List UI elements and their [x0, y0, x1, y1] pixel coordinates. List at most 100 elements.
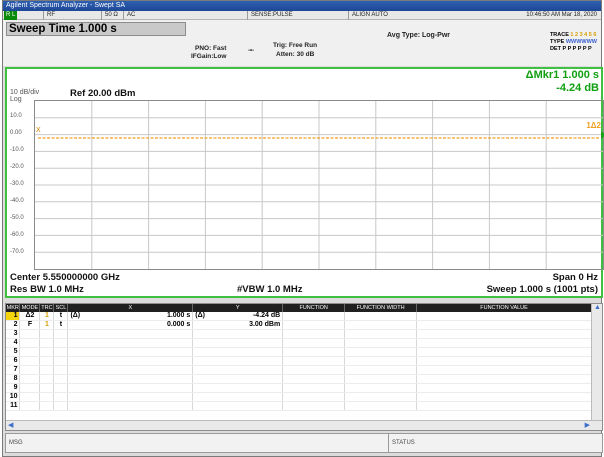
- coupling[interactable]: AC: [123, 11, 243, 20]
- table-row[interactable]: 1 Δ2 1 t (Δ) 1.000 s (Δ) -4.24 dB: [6, 312, 592, 321]
- table-row[interactable]: 10: [6, 392, 592, 402]
- vertical-scrollbar[interactable]: ▲: [591, 304, 602, 422]
- table-cell: [416, 329, 592, 339]
- table-cell: [192, 374, 284, 384]
- table-cell: 1: [39, 312, 55, 321]
- table-cell: 7: [6, 365, 21, 375]
- marker-table-header: MKR MODE TRC SCL X Y FUNCTION FUNCTION WIDTH FUN…: [6, 304, 592, 312]
- table-cell: [39, 392, 55, 402]
- table-cell: [39, 347, 55, 357]
- table-row[interactable]: 6: [6, 356, 592, 366]
- column-header[interactable]: TRC: [39, 304, 55, 312]
- status-bar: R L RF 50 Ω AC SENSE:PULSE ALIGN AUTO 10…: [3, 11, 601, 20]
- table-cell: [53, 338, 69, 348]
- scroll-up-icon[interactable]: ▲: [594, 304, 601, 311]
- table-cell: [53, 374, 69, 384]
- table-cell: [19, 392, 41, 402]
- table-cell: [67, 401, 194, 411]
- table-cell: 4: [6, 338, 21, 348]
- trace-plot[interactable]: 10 dB/div Log Ref 20.00 dBm ΔMkr1 1.000 …: [5, 67, 604, 298]
- table-cell: [39, 356, 55, 366]
- table-cell: [19, 401, 41, 411]
- table-cell: [344, 392, 418, 402]
- table-cell: [416, 383, 592, 393]
- ref-level[interactable]: Ref 20.00 dBm: [70, 88, 135, 99]
- table-cell: [344, 383, 418, 393]
- scroll-left-icon[interactable]: ◀: [8, 421, 13, 429]
- table-cell: [282, 329, 346, 339]
- window-title: Agilent Spectrum Analyzer - Swept SA: [3, 1, 601, 11]
- column-header[interactable]: MODE: [19, 304, 41, 312]
- table-cell: [282, 383, 346, 393]
- table-row[interactable]: 4: [6, 338, 592, 348]
- det-values: P P P P P P: [562, 46, 592, 52]
- y-tick-label: -20.0: [10, 164, 24, 170]
- sweep-info[interactable]: Sweep 1.000 s (1001 pts): [487, 284, 598, 295]
- table-cell: [282, 365, 346, 375]
- message-bar: MSG STATUS: [5, 433, 603, 453]
- table-row[interactable]: 5: [6, 347, 592, 357]
- table-cell: (Δ) 1.000 s: [67, 312, 194, 321]
- column-header[interactable]: X: [67, 304, 194, 312]
- table-cell: [282, 356, 346, 366]
- det-label: DET: [549, 46, 561, 52]
- table-row[interactable]: 9: [6, 383, 592, 393]
- marker-delta-title: ΔMkr1 1.000 s: [525, 69, 599, 81]
- horizontal-scrollbar[interactable]: ◀ ▶: [6, 420, 602, 430]
- impedance: 50 Ω: [101, 11, 123, 20]
- column-header[interactable]: FUNCTION: [282, 304, 346, 312]
- sense-mode: SENSE:PULSE: [247, 11, 345, 20]
- sweep-time-field[interactable]: Sweep Time 1.000 s: [6, 22, 186, 36]
- table-cell: [192, 383, 284, 393]
- center-freq[interactable]: Center 5.550000000 GHz: [10, 272, 604, 283]
- table-cell: t: [53, 320, 69, 330]
- table-cell: [39, 374, 55, 384]
- table-row[interactable]: 3: [6, 329, 592, 339]
- y-tick-label: 10.0: [10, 113, 22, 119]
- trace-indicator: TRACE 1 2 3 4 5 6 TYPE WWWWWW DET P P P …: [550, 32, 597, 53]
- marker-delta-value: -4.24 dB: [556, 82, 599, 94]
- scale-per-div: 10 dB/div: [10, 89, 40, 96]
- marker-table-grid: MKR MODE TRC SCL X Y FUNCTION FUNCTION WIDTH FUN…: [6, 304, 592, 411]
- rl-indicator[interactable]: R L: [4, 11, 18, 20]
- trace-label: TRACE: [549, 32, 569, 38]
- table-cell: [416, 401, 592, 411]
- column-header[interactable]: FUNCTION WIDTH: [344, 304, 418, 312]
- ifgain: IFGain:Low: [191, 53, 227, 60]
- analyzer-window: Agilent Spectrum Analyzer - Swept SA R L…: [2, 0, 604, 457]
- y-tick-label: -40.0: [10, 198, 24, 204]
- table-cell: [416, 365, 592, 375]
- vbw[interactable]: #VBW 1.0 MHz: [237, 284, 302, 295]
- table-cell: F: [19, 320, 41, 330]
- table-cell: [19, 338, 41, 348]
- measurement-header: Sweep Time 1.000 s PNO: Fast IFGain:Low …: [3, 20, 601, 66]
- delta-prefix: (Δ): [70, 312, 81, 319]
- span[interactable]: Span 0 Hz: [553, 272, 598, 283]
- column-header[interactable]: MKR: [6, 304, 21, 312]
- scroll-right-icon[interactable]: ▶: [585, 421, 590, 429]
- table-cell: [416, 392, 592, 402]
- y-value: 3.00 dBm: [249, 321, 281, 328]
- table-cell: [282, 320, 346, 330]
- table-cell: 1: [6, 312, 21, 321]
- column-header[interactable]: Y: [192, 304, 284, 312]
- trigger-arrow-icon: -•-: [248, 48, 255, 54]
- table-row[interactable]: 2 F 1 t 0.000 s 3.00 dBm: [6, 320, 592, 330]
- marker-table-body: 1 Δ2 1 t (Δ) 1.000 s (Δ) -4.24 dB 2 F 1 t 0.000 s 3.0…: [6, 312, 592, 411]
- y-tick-label: -30.0: [10, 181, 24, 187]
- rf-input[interactable]: RF: [43, 11, 101, 20]
- table-cell: [19, 347, 41, 357]
- table-cell: t: [53, 312, 69, 321]
- column-header[interactable]: FUNCTION VALUE: [416, 304, 592, 312]
- table-cell: [344, 374, 418, 384]
- table-row[interactable]: 7: [6, 365, 592, 375]
- table-cell: [192, 356, 284, 366]
- column-header[interactable]: SCL: [53, 304, 69, 312]
- table-row[interactable]: 11: [6, 401, 592, 411]
- table-row[interactable]: 8: [6, 374, 592, 384]
- table-cell: [39, 401, 55, 411]
- table-cell: [192, 329, 284, 339]
- table-cell: 11: [6, 401, 21, 411]
- table-cell: [282, 374, 346, 384]
- table-cell: [19, 329, 41, 339]
